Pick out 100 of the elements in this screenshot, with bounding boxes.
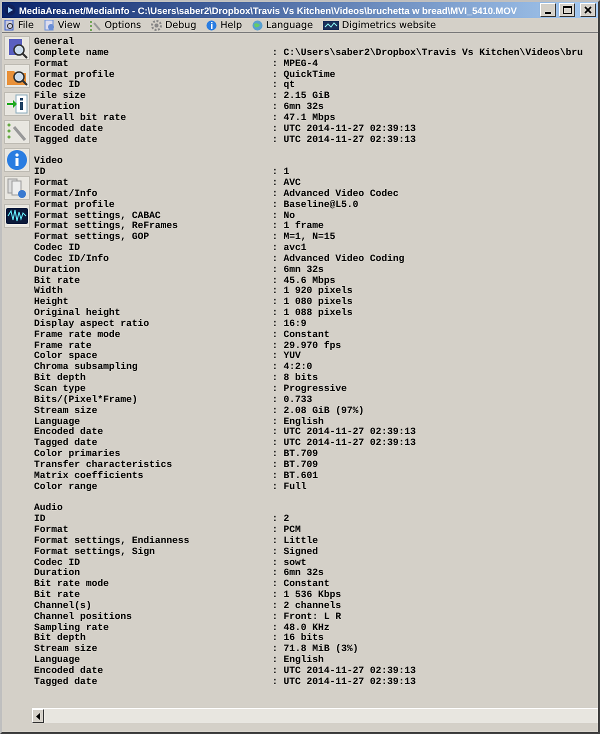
field-label: Format profile bbox=[34, 70, 116, 80]
field-value: : Baseline@L5.0 bbox=[272, 200, 358, 210]
field-label: Encoded date bbox=[34, 427, 104, 438]
toolbar-button[interactable] bbox=[4, 64, 30, 88]
field-label: Height bbox=[34, 297, 70, 308]
menu-item[interactable]: View bbox=[44, 20, 80, 30]
field-label: Format/Info bbox=[34, 188, 98, 200]
field-label: Matrix coefficients bbox=[34, 470, 144, 482]
horizontal-scrollbar[interactable] bbox=[32, 708, 598, 723]
field-label: Bit depth bbox=[34, 633, 87, 644]
field-value: : 6mn 32s bbox=[272, 264, 324, 276]
field-value: : Constant bbox=[272, 330, 330, 340]
field-value: : sowt bbox=[272, 558, 307, 568]
field-value: : UTC 2014-11-27 02:39:13 bbox=[272, 666, 416, 677]
field-label: Color range bbox=[34, 482, 98, 492]
field-label: Format settings, ReFrames bbox=[34, 221, 179, 232]
field-label: Tagged date bbox=[34, 438, 98, 449]
field-value: : 2 channels bbox=[272, 600, 342, 612]
field-label: Tagged date bbox=[34, 676, 98, 688]
toolbar-button[interactable] bbox=[4, 204, 30, 228]
field-value: : BT.709 bbox=[272, 460, 318, 471]
field-value: : Advanced Video Codec bbox=[272, 188, 399, 200]
settings-icon bbox=[6, 121, 28, 143]
field-value: : English bbox=[272, 416, 324, 428]
menu-item[interactable]: Debug bbox=[151, 20, 196, 30]
field-value: : UTC 2014-11-27 02:39:13 bbox=[272, 124, 416, 135]
field-value: : 48.0 KHz bbox=[272, 622, 330, 633]
field-label: Frame rate mode bbox=[34, 330, 122, 341]
waveform-icon bbox=[6, 205, 28, 227]
field-value: : 71.8 MiB (3%) bbox=[272, 644, 358, 655]
field-label: Stream size bbox=[34, 406, 98, 417]
field-value: : UTC 2014-11-27 02:39:13 bbox=[272, 438, 416, 450]
field-label: Format settings, Sign bbox=[34, 546, 156, 558]
field-label: Encoded date bbox=[34, 666, 104, 677]
close-button[interactable] bbox=[580, 3, 596, 17]
field-value: : AVC bbox=[272, 178, 301, 189]
field-label: Bit rate bbox=[34, 590, 82, 601]
field-value: : Signed bbox=[272, 546, 318, 558]
field-value: : 16 bits bbox=[272, 633, 324, 644]
field-label: Overall bit rate bbox=[34, 112, 128, 124]
field-label: Encoded date bbox=[34, 124, 104, 135]
left-arrow-icon bbox=[36, 712, 40, 720]
field-label: Format bbox=[34, 178, 70, 188]
field-label: Bit depth bbox=[34, 373, 87, 384]
field-value: : 16:9 bbox=[272, 318, 307, 330]
field-value: : 2.15 GiB bbox=[272, 91, 330, 102]
field-label: Channel positions bbox=[34, 612, 133, 623]
field-value: : PCM bbox=[272, 524, 301, 536]
field-label: Codec ID/Info bbox=[34, 254, 110, 265]
toolbar-button[interactable] bbox=[4, 36, 30, 60]
field-label: Bits/(Pixel*Frame) bbox=[34, 394, 139, 406]
field-value: : 2 bbox=[272, 514, 290, 525]
scroll-left-button[interactable] bbox=[32, 709, 44, 723]
menu-item[interactable]: Digimetrics website bbox=[322, 20, 436, 30]
arrow-info-icon bbox=[6, 93, 28, 115]
documents-globe-icon bbox=[6, 177, 28, 199]
section-heading: Video bbox=[34, 156, 64, 168]
field-value: : 6mn 32s bbox=[272, 568, 324, 580]
app-icon bbox=[4, 4, 16, 16]
field-label: Duration bbox=[34, 568, 82, 579]
menu-item[interactable]: Language bbox=[252, 20, 313, 30]
field-label: Tagged date bbox=[34, 134, 98, 146]
field-value: : Advanced Video Coding bbox=[272, 254, 404, 265]
field-value: : 6mn 32s bbox=[272, 102, 324, 113]
field-label: File size bbox=[34, 91, 87, 102]
field-value: : 0.733 bbox=[272, 394, 312, 406]
field-label: Scan type bbox=[34, 384, 87, 395]
field-value: : Little bbox=[272, 536, 318, 547]
field-value: : M=1, N=15 bbox=[272, 232, 336, 244]
field-label: Transfer characteristics bbox=[34, 460, 174, 470]
window-title: MediaArea.net/MediaInfo - C:\Users\saber2\Dropbox\Travis Vs Kitchen\Videos\bruchetta w bread\MVI_5410.MOV bbox=[19, 4, 518, 16]
field-value: : Constant bbox=[272, 579, 330, 590]
field-label: Codec ID bbox=[34, 558, 82, 568]
field-value: : 1 frame bbox=[272, 221, 324, 232]
field-value: : UTC 2014-11-27 02:39:13 bbox=[272, 676, 416, 688]
field-label: Codec ID bbox=[34, 80, 82, 91]
minimize-button[interactable] bbox=[540, 3, 556, 17]
menu-item[interactable]: Help bbox=[206, 20, 242, 30]
menu-item[interactable]: Options bbox=[90, 20, 142, 30]
field-value: : 4:2:0 bbox=[272, 362, 312, 373]
field-label: Display aspect ratio bbox=[34, 318, 150, 330]
maximize-button[interactable] bbox=[559, 3, 575, 17]
menu-item[interactable]: File bbox=[4, 20, 34, 30]
field-value: : MPEG-4 bbox=[272, 58, 318, 70]
field-value: : Full bbox=[272, 482, 307, 492]
field-label: Format bbox=[34, 58, 70, 70]
field-label: Stream size bbox=[34, 644, 98, 656]
field-label: Width bbox=[34, 286, 64, 297]
field-value: : UTC 2014-11-27 02:39:13 bbox=[272, 427, 416, 438]
close-icon bbox=[584, 6, 592, 14]
field-value: : 45.6 Mbps bbox=[272, 276, 336, 286]
section-heading: Audio bbox=[34, 503, 64, 514]
field-label: Duration bbox=[34, 264, 82, 276]
field-value: : 1 536 Kbps bbox=[272, 590, 342, 601]
field-value: : avc1 bbox=[272, 243, 307, 254]
toolbar-button[interactable] bbox=[4, 92, 30, 116]
info-icon bbox=[6, 149, 28, 171]
field-label: Color primaries bbox=[34, 449, 122, 460]
help-icon bbox=[206, 20, 218, 30]
field-label: ID bbox=[34, 167, 47, 178]
